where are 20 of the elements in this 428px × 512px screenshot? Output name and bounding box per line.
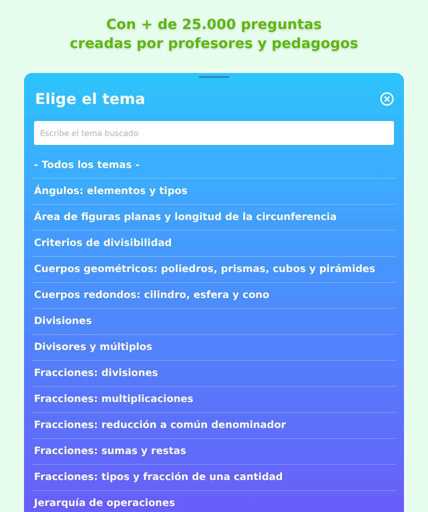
topic-item[interactable]: Ángulos: elementos y tipos: [32, 179, 396, 205]
dialog-title: Elige el tema: [35, 90, 146, 108]
headline-text: creadas por profesores y pedagogos: [70, 35, 358, 53]
drag-handle[interactable]: [199, 76, 229, 78]
topic-item[interactable]: Criterios de divisibilidad: [32, 231, 396, 257]
topic-item[interactable]: Divisores y múltiplos: [32, 335, 396, 361]
topic-item[interactable]: Divisiones: [32, 309, 396, 335]
topic-item[interactable]: Fracciones: sumas y restas: [32, 439, 396, 465]
topic-item[interactable]: Cuerpos geométricos: poliedros, prismas, cubos y pirámides: [32, 257, 396, 283]
topic-item[interactable]: Fracciones: reducción a común denominador: [32, 413, 396, 439]
close-icon[interactable]: [380, 92, 394, 106]
topic-item[interactable]: Cuerpos redondos: cilindro, esfera y cono: [32, 283, 396, 309]
topic-item[interactable]: Fracciones: tipos y fracción de una cantidad: [32, 465, 396, 491]
topic-item[interactable]: - Todos los temas -: [32, 153, 396, 179]
topic-item[interactable]: Jerarquía de operaciones: [32, 491, 396, 512]
topic-item[interactable]: Fracciones: divisiones: [32, 361, 396, 387]
topic-item[interactable]: Fracciones: multiplicaciones: [32, 387, 396, 413]
headline-text: Con + de 25.000 preguntas: [106, 16, 322, 34]
topic-item[interactable]: Área de figuras planas y longitud de la circunferencia: [32, 205, 396, 231]
search-field[interactable]: Escribe el tema buscado: [34, 121, 394, 145]
